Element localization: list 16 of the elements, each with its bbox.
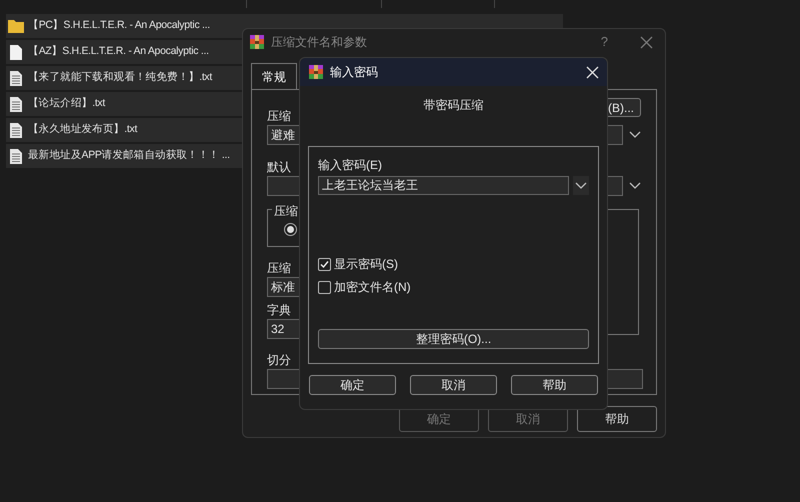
field-label: 压缩 bbox=[267, 260, 291, 277]
file-name: 最新地址及APP请发邮箱自动获取！！！ ... bbox=[28, 148, 230, 164]
field-label: 压缩 bbox=[267, 108, 291, 125]
file-name: 【论坛介绍】.txt bbox=[28, 96, 106, 112]
field-label: 字典 bbox=[267, 302, 291, 319]
field-label: 默认 bbox=[267, 159, 291, 176]
checkbox-label: 显示密码(S) bbox=[334, 256, 398, 273]
checkbox-label: 加密文件名(N) bbox=[334, 279, 411, 296]
field-label: 切分 bbox=[267, 352, 291, 369]
dialog-heading: 带密码压缩 bbox=[424, 97, 484, 114]
window-title: 输入密码 bbox=[330, 64, 378, 81]
file-name: 【永久地址发布页】.txt bbox=[28, 122, 138, 138]
file-name: 【PC】S.H.E.L.T.E.R. - An Apocalyptic ... bbox=[28, 18, 210, 34]
password-label: 输入密码(E) bbox=[318, 157, 383, 174]
file-name: 【来了就能下载和观看！纯免费！】.txt bbox=[28, 70, 212, 86]
file-name: 【AZ】S.H.E.L.T.E.R. - An Apocalyptic ... bbox=[28, 44, 209, 60]
